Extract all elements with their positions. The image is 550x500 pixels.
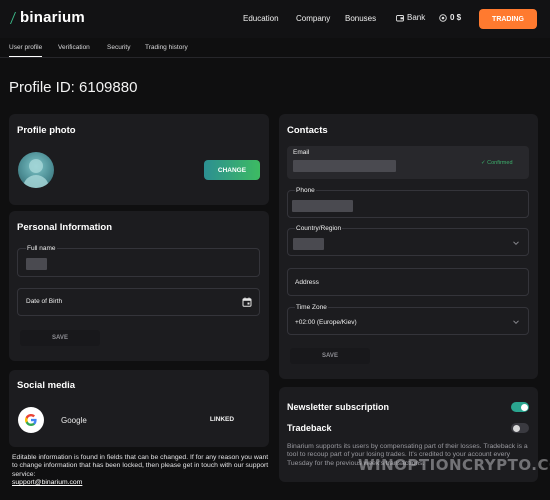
calendar-icon[interactable] (242, 297, 252, 307)
profile-photo-card: Profile photo CHANGE (9, 114, 269, 205)
timezone-value: +02:00 (Europe/Kiev) (295, 319, 357, 326)
google-provider-name: Google (61, 416, 87, 425)
nav-company[interactable]: Company (296, 14, 330, 23)
top-bar: binarium Education Company Bonuses Bank … (0, 0, 550, 38)
contacts-title: Contacts (287, 125, 328, 136)
google-linked-button[interactable]: LINKED (200, 411, 244, 427)
personal-info-title: Personal Information (17, 222, 113, 233)
google-icon (25, 414, 37, 426)
coin-icon (439, 13, 447, 22)
newsletter-label: Newsletter subscription (287, 402, 390, 412)
logo-mark-icon (10, 11, 16, 24)
tab-user-profile[interactable]: User profile (9, 44, 43, 57)
email-field[interactable]: Email ✓ Confirmed (287, 146, 529, 179)
address-field[interactable]: Address (287, 268, 529, 296)
save-personal-button[interactable]: SAVE (20, 330, 100, 346)
trading-button[interactable]: TRADING (479, 9, 537, 29)
save-contacts-button[interactable]: SAVE (290, 348, 370, 364)
chevron-down-icon (513, 320, 519, 325)
full-name-label: Full name (26, 245, 57, 252)
tradeback-toggle[interactable] (511, 423, 529, 433)
address-label: Address (295, 279, 319, 286)
country-label: Country/Region (295, 225, 343, 232)
profile-photo-title: Profile photo (17, 125, 76, 136)
social-media-title: Social media (17, 380, 76, 391)
support-note: Editable information is found in fields … (12, 454, 274, 488)
tab-security[interactable]: Security (107, 44, 130, 51)
logo[interactable]: binarium (10, 9, 85, 26)
nav-bonuses[interactable]: Bonuses (345, 14, 376, 23)
page-title: Profile ID: 6109880 (9, 79, 138, 96)
country-redacted (293, 238, 324, 250)
phone-field[interactable]: Phone (287, 187, 529, 218)
newsletter-toggle[interactable] (511, 402, 529, 412)
social-media-card: Social media Google LINKED (9, 370, 269, 447)
date-of-birth-field[interactable]: Date of Birth (17, 288, 260, 316)
profile-subnav: User profile Verification Security Tradi… (0, 38, 550, 58)
tab-verification[interactable]: Verification (58, 44, 90, 51)
bank-label: Bank (407, 13, 426, 22)
tradeback-label: Tradeback (287, 423, 332, 433)
bank-link[interactable]: Bank (396, 13, 425, 22)
dob-label: Date of Birth (26, 298, 63, 305)
phone-label: Phone (295, 187, 316, 194)
email-confirmed-status: ✓ Confirmed (481, 160, 513, 166)
timezone-select[interactable]: Time Zone +02:00 (Europe/Kiev) (287, 304, 529, 335)
chevron-down-icon (513, 241, 519, 246)
full-name-field[interactable]: Full name (17, 245, 260, 277)
contacts-card: Contacts Email ✓ Confirmed Phone Country… (279, 114, 538, 379)
wallet-icon (396, 14, 404, 21)
avatar (18, 152, 54, 188)
full-name-redacted (26, 258, 47, 270)
support-note-text: Editable information is found in fields … (12, 454, 269, 478)
nav-education[interactable]: Education (243, 14, 279, 23)
support-email-link[interactable]: support@binarium.com (12, 479, 82, 486)
balance-value: 0 $ (450, 13, 462, 22)
country-select[interactable]: Country/Region (287, 225, 529, 256)
logo-text: binarium (20, 9, 85, 26)
change-photo-button[interactable]: CHANGE (204, 160, 260, 180)
phone-redacted (292, 200, 353, 212)
personal-info-card: Personal Information Full name Date of B… (9, 211, 269, 361)
balance[interactable]: 0 $ (439, 13, 461, 22)
google-logo (18, 407, 44, 433)
watermark: WINOPTIONCRYPTO.COM (358, 456, 550, 474)
tab-trading-history[interactable]: Trading history (145, 44, 188, 51)
timezone-label: Time Zone (295, 304, 328, 311)
email-redacted (293, 160, 396, 172)
email-label: Email (293, 149, 310, 156)
